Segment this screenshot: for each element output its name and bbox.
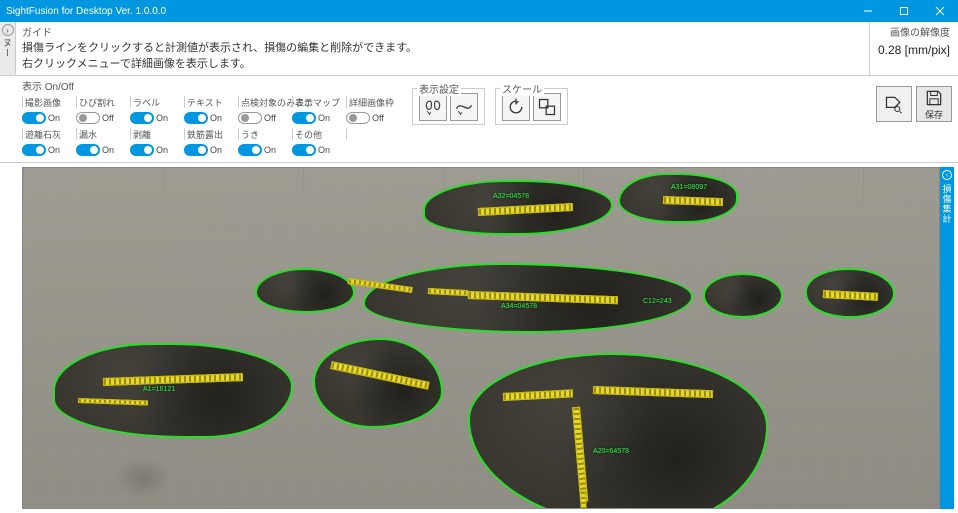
display-settings-group: 表示設定: [412, 88, 485, 125]
toggle-state: On: [210, 145, 222, 155]
toggle-state: On: [318, 145, 330, 155]
annotation-label: A1=16121: [143, 386, 175, 393]
toggle-3-b[interactable]: On: [184, 142, 236, 158]
toggle-label: うき: [238, 128, 290, 140]
toggle-label: 漏水: [76, 128, 128, 140]
toggle-label: ミニマップ: [292, 96, 344, 108]
guide-title: ガイド: [22, 24, 863, 39]
close-button[interactable]: [922, 0, 958, 22]
toggle-5-a[interactable]: On: [292, 110, 344, 126]
right-panel-label: 損傷集計: [941, 184, 954, 224]
toggle-label: ラベル: [130, 96, 182, 108]
toggle-state: On: [48, 113, 60, 123]
image-canvas[interactable]: A32=04578 A31=08097 A34=04578 C12=243 A1…: [22, 167, 940, 509]
toggle-state: On: [156, 145, 168, 155]
guide-line2: 右クリックメニューで詳細画像を表示します。: [22, 55, 863, 71]
damage-region[interactable]: [703, 273, 783, 318]
collapse-right-icon[interactable]: ‹: [942, 170, 952, 180]
fit-view-button[interactable]: [533, 93, 561, 121]
app-title: SightFusion for Desktop Ver. 1.0.0.0: [6, 6, 166, 17]
reset-view-button[interactable]: [502, 93, 530, 121]
toggle-label: テキスト: [184, 96, 236, 108]
visibility-toggles: 表示 On/Off 撮影画像 On 遊離石灰 On ひび割れ Off 漏水 On ラベル On 剥離…: [22, 78, 398, 158]
toggle-0-b[interactable]: On: [22, 142, 74, 158]
toggle-state: Off: [102, 113, 114, 123]
toggle-label: その他: [292, 128, 344, 140]
annotation-label: A32=04578: [493, 193, 529, 200]
display-settings-label: 表示設定: [417, 81, 461, 96]
toggle-state: Off: [372, 113, 384, 123]
tag-settings-button[interactable]: [876, 86, 912, 122]
toggle-4-b[interactable]: On: [238, 142, 290, 158]
curve-tool-button[interactable]: [450, 93, 478, 121]
left-collapsed-panel[interactable]: › ヌー: [0, 22, 16, 75]
damage-region[interactable]: [468, 353, 768, 509]
toggle-2-b[interactable]: On: [130, 142, 182, 158]
left-panel-label: ヌー: [1, 38, 14, 58]
toggle-2-a[interactable]: On: [130, 110, 182, 126]
annotation-label: A34=04578: [501, 303, 537, 310]
toggle-state: Off: [264, 113, 276, 123]
save-button[interactable]: 保存: [916, 86, 952, 122]
toggle-6-a[interactable]: Off: [346, 110, 398, 126]
annotation-label: A31=08097: [671, 184, 707, 191]
resolution-panel: 画像の解像度 0.28 [mm/pix]: [869, 22, 958, 75]
brain-tool-button[interactable]: [419, 93, 447, 121]
guide-panel: ガイド 損傷ラインをクリックすると計測値が表示され、損傷の編集と削除ができます。…: [16, 22, 869, 75]
scale-label: スケール: [500, 81, 544, 96]
toggle-state: On: [48, 145, 60, 155]
toggle-label: 詳細画像枠: [346, 96, 398, 108]
toggle-state: On: [210, 113, 222, 123]
toggle-label: 撮影画像: [22, 96, 74, 108]
scale-group: スケール: [495, 88, 568, 125]
save-label: 保存: [925, 108, 943, 121]
toggle-4-a[interactable]: Off: [238, 110, 290, 126]
toggle-3-a[interactable]: On: [184, 110, 236, 126]
right-collapsed-panel[interactable]: ‹ 損傷集計: [940, 167, 954, 509]
maximize-button[interactable]: [886, 0, 922, 22]
toggle-label: 鉄筋露出: [184, 128, 236, 140]
toggle-5-b[interactable]: On: [292, 142, 344, 158]
toggle-label: ひび割れ: [76, 96, 128, 108]
resolution-label: 画像の解像度: [878, 24, 950, 39]
resolution-value: 0.28 [mm/pix]: [878, 43, 950, 57]
guide-line1: 損傷ラインをクリックすると計測値が表示され、損傷の編集と削除ができます。: [22, 39, 863, 55]
toggle-label: 遊離石灰: [22, 128, 74, 140]
toggle-label: 剥離: [130, 128, 182, 140]
minimize-button[interactable]: [850, 0, 886, 22]
toggle-state: On: [264, 145, 276, 155]
toggle-label: 点検対象のみ表示: [238, 96, 290, 108]
toggle-label: [346, 128, 398, 140]
toggle-0-a[interactable]: On: [22, 110, 74, 126]
damage-region[interactable]: [255, 268, 355, 313]
annotation-label: A20=64578: [593, 448, 629, 455]
toggle-1-a[interactable]: Off: [76, 110, 128, 126]
expand-left-icon[interactable]: ›: [2, 24, 14, 36]
toggle-header: 表示 On/Off: [22, 78, 398, 93]
annotation-label: C12=243: [643, 298, 672, 305]
toggle-state: On: [156, 113, 168, 123]
toggle-state: On: [318, 113, 330, 123]
toggle-state: On: [102, 145, 114, 155]
title-bar: SightFusion for Desktop Ver. 1.0.0.0: [0, 0, 958, 22]
toggle-1-b[interactable]: On: [76, 142, 128, 158]
